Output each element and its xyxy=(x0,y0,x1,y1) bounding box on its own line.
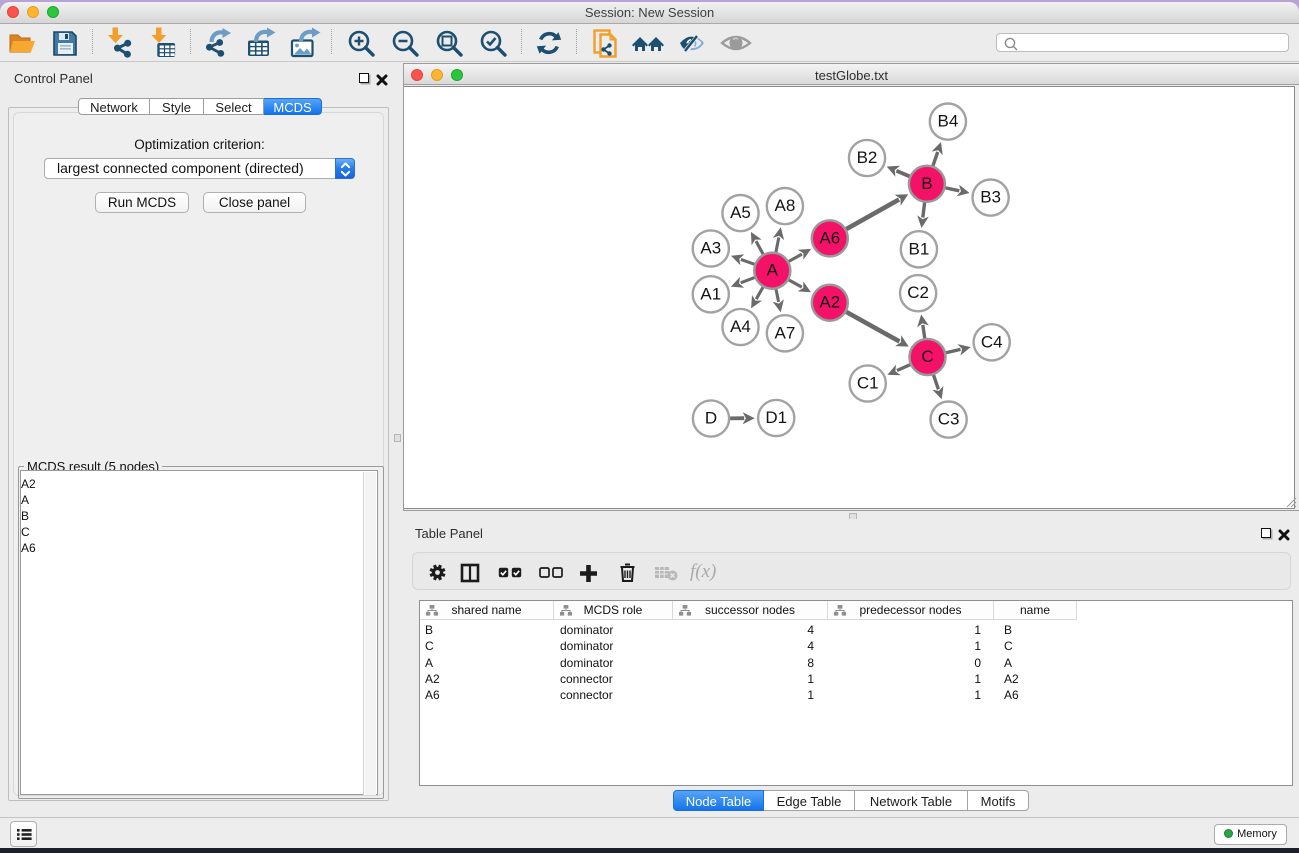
svg-text:A4: A4 xyxy=(730,317,751,336)
svg-text:C1: C1 xyxy=(857,373,879,392)
svg-text:B: B xyxy=(921,174,932,193)
svg-text:D1: D1 xyxy=(765,408,787,427)
svg-text:A6: A6 xyxy=(819,228,840,247)
svg-text:C2: C2 xyxy=(907,283,929,302)
svg-text:B3: B3 xyxy=(980,188,1001,207)
svg-text:C3: C3 xyxy=(938,410,960,429)
svg-text:A2: A2 xyxy=(819,293,840,312)
svg-text:B2: B2 xyxy=(857,148,878,167)
svg-text:A1: A1 xyxy=(700,284,721,303)
svg-text:B1: B1 xyxy=(909,239,930,258)
svg-text:D: D xyxy=(705,408,717,427)
svg-text:A7: A7 xyxy=(775,323,796,342)
svg-text:C: C xyxy=(921,347,933,366)
svg-text:C4: C4 xyxy=(981,332,1003,351)
svg-text:A: A xyxy=(767,261,779,280)
svg-text:A8: A8 xyxy=(775,196,796,215)
svg-text:A3: A3 xyxy=(700,238,721,257)
svg-text:A5: A5 xyxy=(730,203,751,222)
svg-text:B4: B4 xyxy=(938,112,959,131)
